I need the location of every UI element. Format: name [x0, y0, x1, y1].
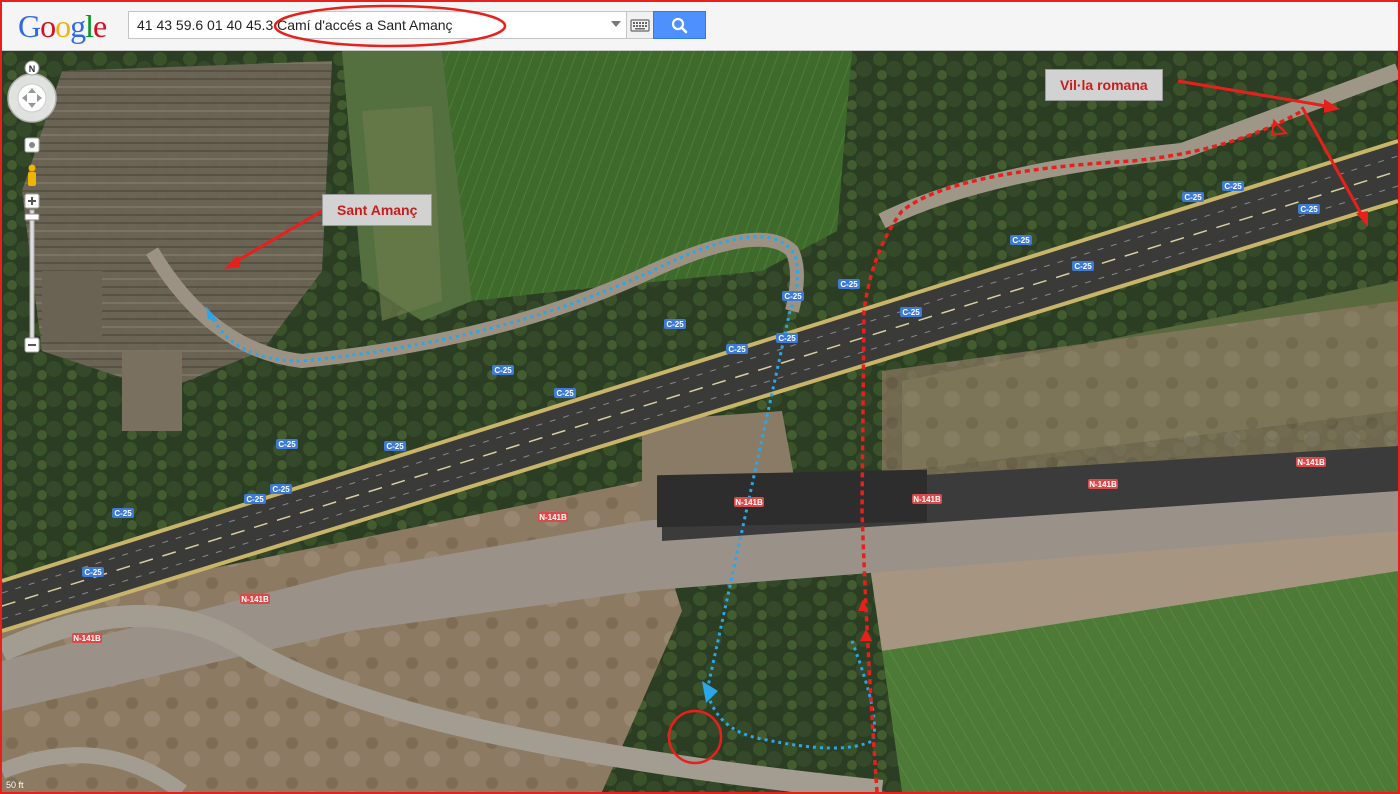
road-label-c25: C-25: [902, 308, 920, 317]
road-label-c25: C-25: [1012, 236, 1030, 245]
logo-letter: g: [70, 8, 86, 44]
logo-letter: e: [93, 8, 107, 44]
logo-letter: G: [18, 8, 41, 44]
scale-label: 50 ft: [6, 780, 24, 790]
satellite-map[interactable]: C-25 C-25 C-25 C-25 C-25 C-25 C-25 C-25 …: [2, 51, 1398, 792]
road-label-c25: C-25: [728, 345, 746, 354]
road-label-n141b: N-141B: [73, 634, 101, 643]
road-label-c25: C-25: [272, 485, 290, 494]
chevron-down-icon[interactable]: [611, 21, 621, 27]
search-button[interactable]: [653, 11, 706, 39]
road-label-c25: C-25: [246, 495, 264, 504]
road-label-c25: C-25: [1300, 205, 1318, 214]
road-label-c25: C-25: [784, 292, 802, 301]
road-label-c25: C-25: [1224, 182, 1242, 191]
keyboard-button[interactable]: [626, 11, 654, 39]
road-label-n141b: N-141B: [1089, 480, 1117, 489]
road-label-c25: C-25: [494, 366, 512, 375]
road-label-n141b: N-141B: [539, 513, 567, 522]
google-logo[interactable]: Google: [18, 8, 107, 45]
zoom-control: [22, 136, 46, 361]
road-label-n141b: N-141B: [241, 595, 269, 604]
label-sant-amanc: Sant Amanç: [322, 194, 433, 226]
road-label-c25: C-25: [840, 280, 858, 289]
top-bar: Google: [2, 2, 1398, 51]
pegman-target-icon[interactable]: [29, 142, 35, 148]
logo-letter: l: [85, 8, 94, 44]
zoom-slider-handle[interactable]: [24, 213, 40, 221]
search-icon: [671, 17, 688, 34]
road-label-c25: C-25: [386, 442, 404, 451]
compass-icon: N: [7, 60, 57, 123]
road-label-c25: C-25: [666, 320, 684, 329]
logo-letter: o: [40, 8, 56, 44]
pegman-icon[interactable]: [28, 164, 36, 187]
road-label-c25: C-25: [114, 509, 132, 518]
pan-control[interactable]: N: [6, 58, 66, 143]
search-input[interactable]: [129, 12, 599, 38]
map-window: Google 41 43 59.6 01 40 45.3 Camí d'accé…: [0, 0, 1400, 794]
road-label-c25: C-25: [84, 568, 102, 577]
zoom-slider: [24, 137, 40, 353]
road-label-c25: C-25: [1074, 262, 1092, 271]
road-label-c25: C-25: [556, 389, 574, 398]
road-label-n141b: N-141B: [913, 495, 941, 504]
keyboard-icon: [630, 19, 650, 32]
road-label-n141b: N-141B: [735, 498, 763, 507]
road-label-c25: C-25: [778, 334, 796, 343]
road-label-n141b: N-141B: [1297, 458, 1325, 467]
compass-north-label: N: [29, 64, 36, 74]
road-label-c25: C-25: [1184, 193, 1202, 202]
search-box: [128, 11, 630, 39]
logo-letter: o: [55, 8, 71, 44]
label-villa-romana: Vil·la romana: [1045, 69, 1163, 101]
road-label-c25: C-25: [278, 440, 296, 449]
